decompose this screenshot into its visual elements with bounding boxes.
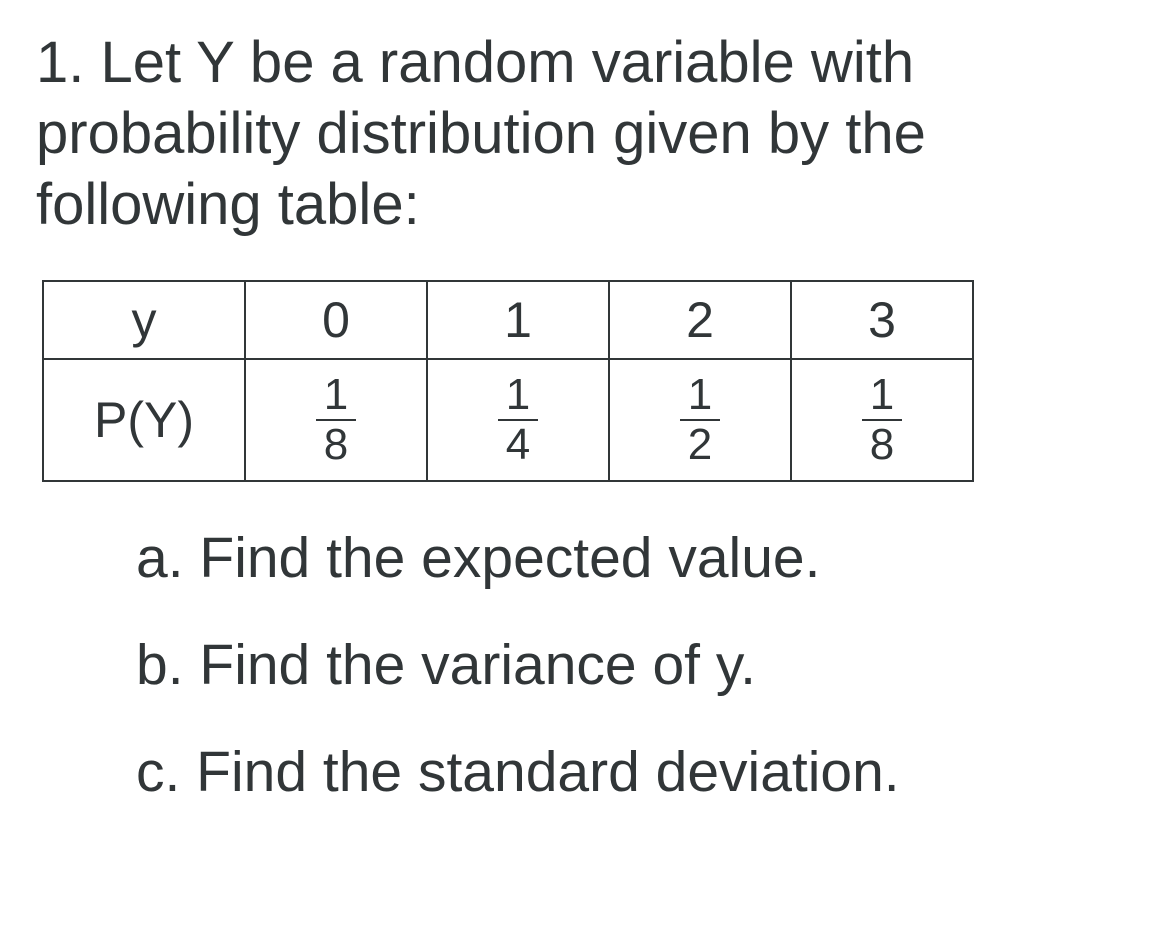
y-value-0: 0 [245, 281, 427, 359]
subparts: a. Find the expected value. b. Find the … [36, 530, 1116, 801]
fraction-denominator: 4 [498, 421, 538, 467]
page: 1. Let Y be a random variable with proba… [0, 0, 1152, 891]
row-label-py: P(Y) [43, 359, 245, 481]
problem-intro: 1. Let Y be a random variable with proba… [36, 28, 1116, 240]
y-value-2: 2 [609, 281, 791, 359]
subpart-c: c. Find the standard deviation. [136, 744, 1116, 801]
y-value-1: 1 [427, 281, 609, 359]
fraction: 1 4 [498, 373, 538, 467]
fraction: 1 2 [680, 373, 720, 467]
p-value-1: 1 4 [427, 359, 609, 481]
row-label-y: y [43, 281, 245, 359]
fraction-denominator: 2 [680, 421, 720, 467]
subpart-a: a. Find the expected value. [136, 530, 1116, 587]
fraction: 1 8 [316, 373, 356, 467]
fraction-denominator: 8 [862, 421, 902, 467]
fraction-numerator: 1 [498, 373, 538, 421]
fraction: 1 8 [862, 373, 902, 467]
y-value-3: 3 [791, 281, 973, 359]
subpart-b: b. Find the variance of y. [136, 637, 1116, 694]
fraction-denominator: 8 [316, 421, 356, 467]
table-row: y 0 1 2 3 [43, 281, 973, 359]
p-value-0: 1 8 [245, 359, 427, 481]
fraction-numerator: 1 [316, 373, 356, 421]
distribution-table: y 0 1 2 3 P(Y) 1 8 1 4 1 [42, 280, 974, 482]
p-value-2: 1 2 [609, 359, 791, 481]
fraction-numerator: 1 [862, 373, 902, 421]
p-value-3: 1 8 [791, 359, 973, 481]
fraction-numerator: 1 [680, 373, 720, 421]
table-row: P(Y) 1 8 1 4 1 2 1 [43, 359, 973, 481]
